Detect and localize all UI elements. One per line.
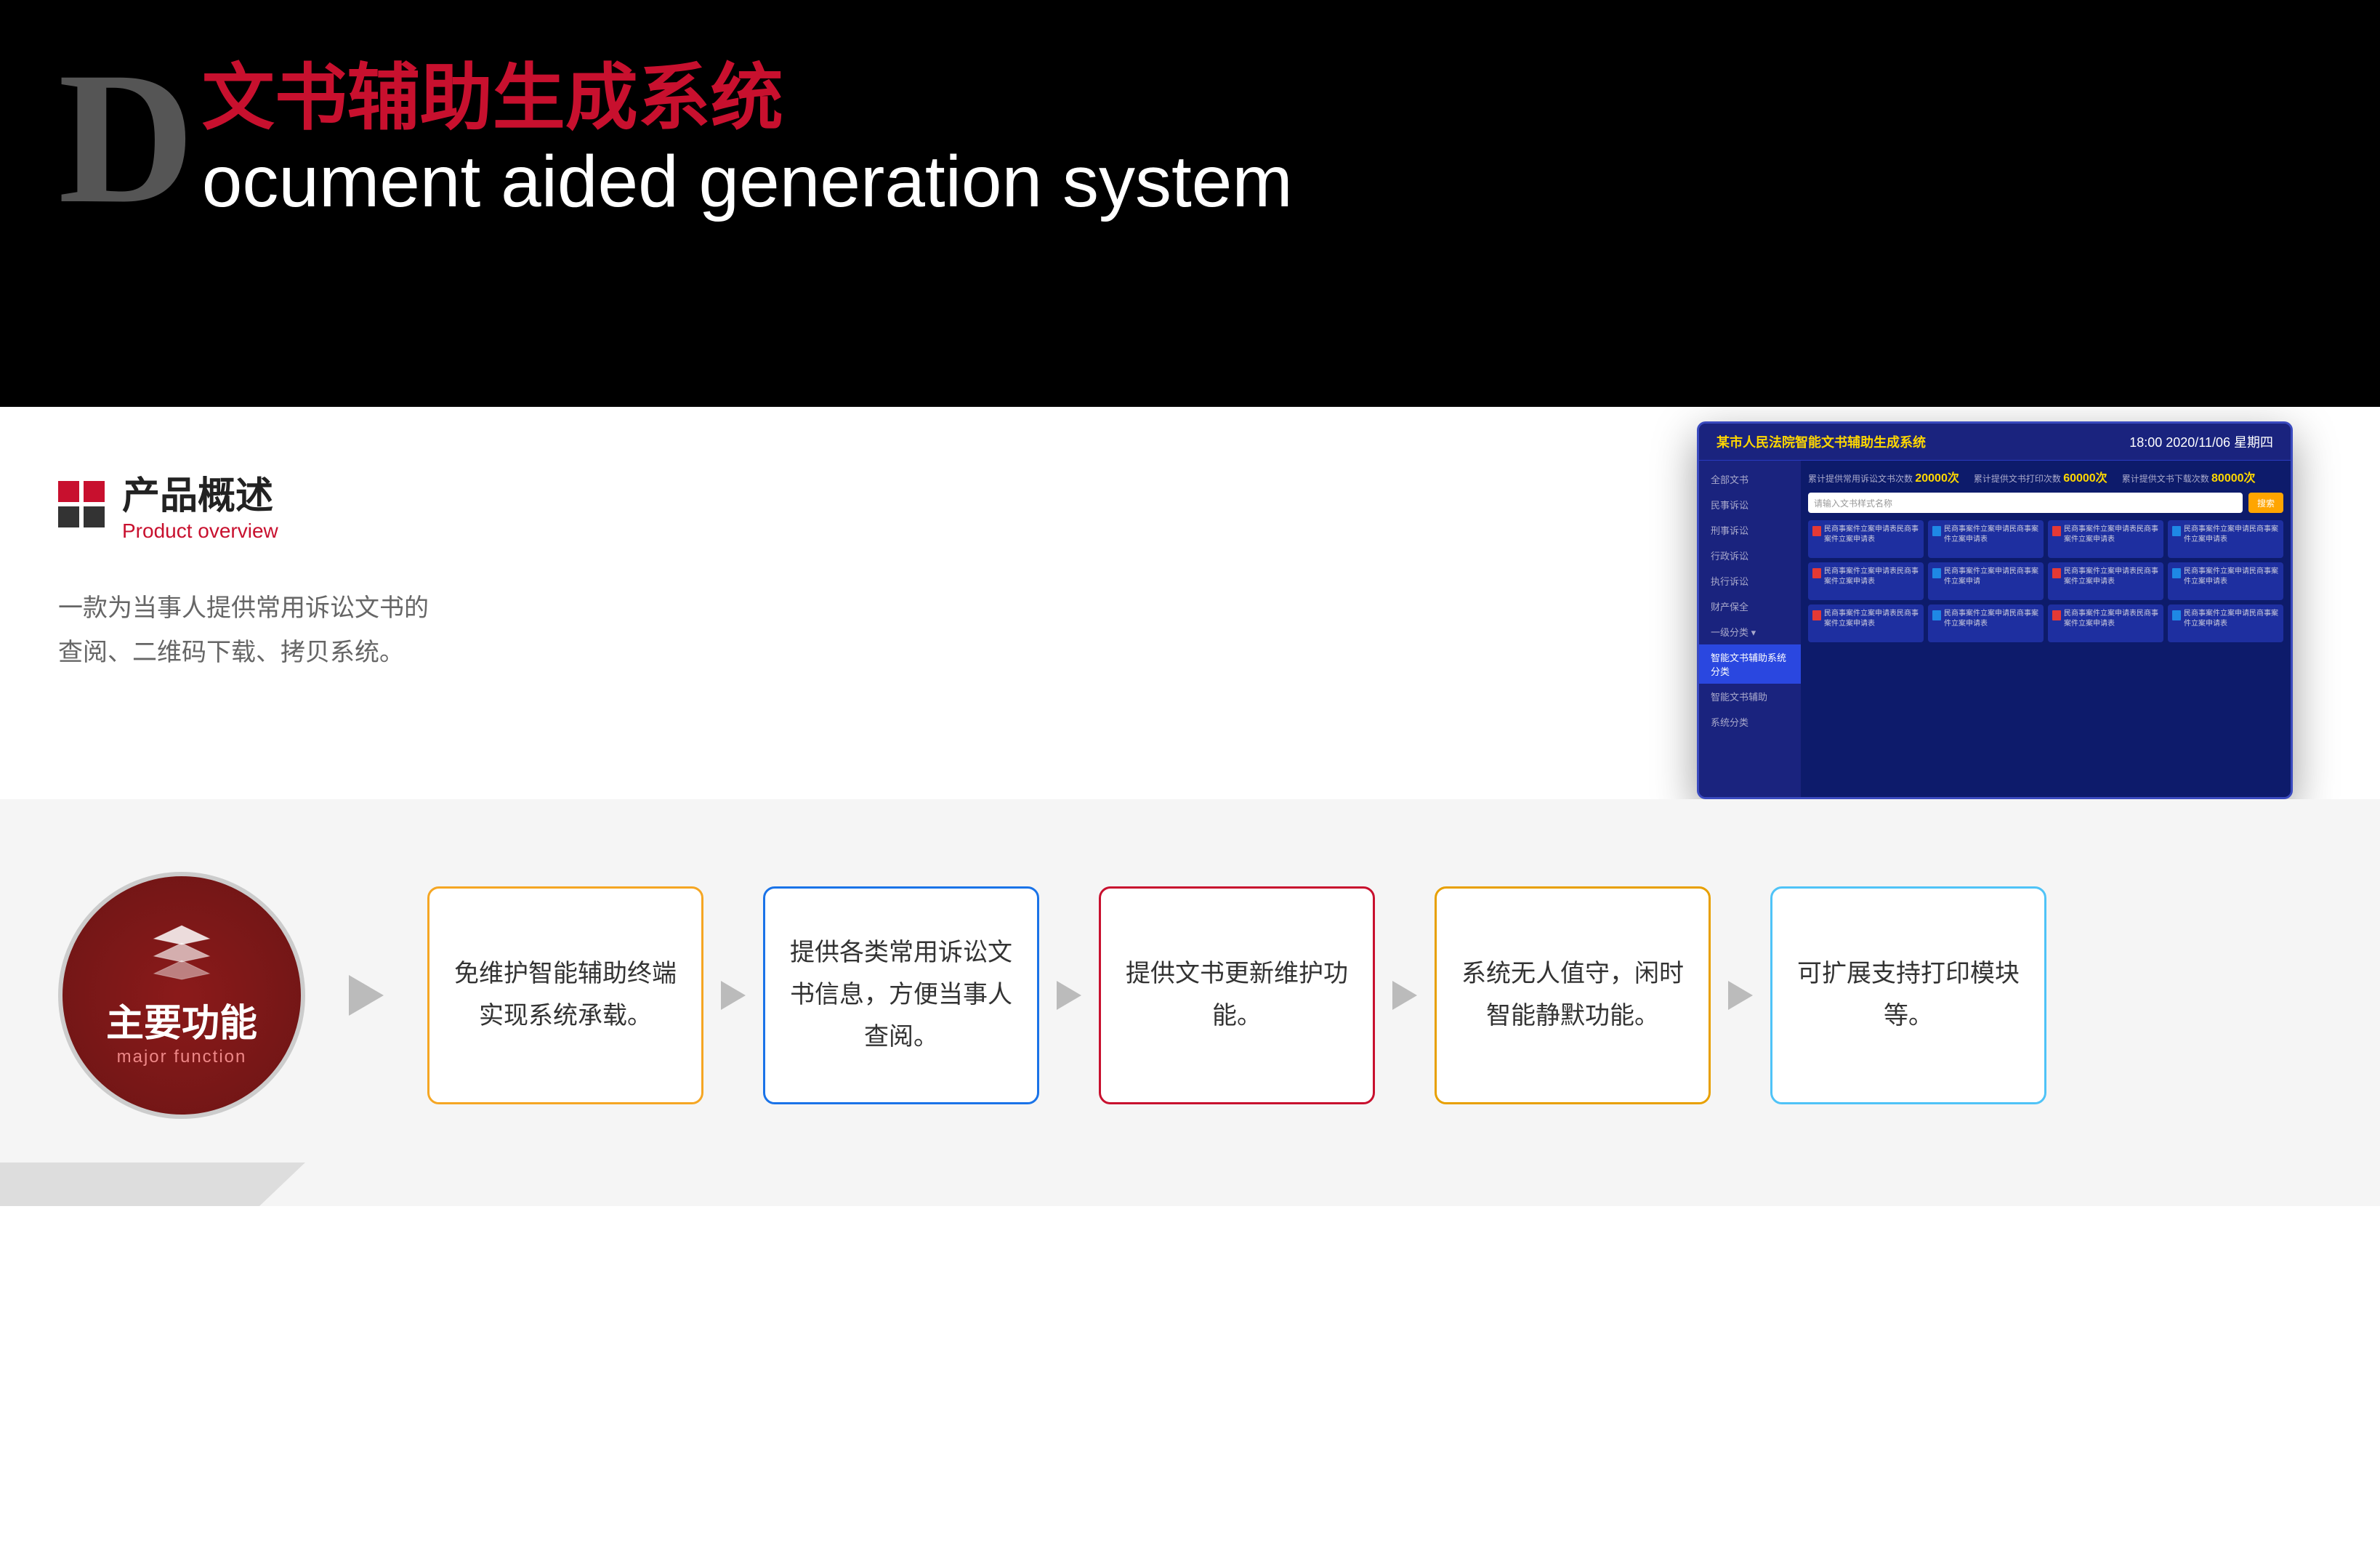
overview-title-block: 产品概述 Product overview — [122, 465, 278, 543]
sidebar-item-cat1[interactable]: 一级分类 ▾ — [1699, 619, 1801, 644]
arrow-between-2-3 — [1057, 981, 1081, 1010]
left-panel: 产品概述 Product overview 一款为当事人提供常用诉讼文书的查阅、… — [58, 465, 436, 799]
mockup-search-input[interactable]: 请输入文书样式名称 — [1808, 493, 2243, 513]
feature-card-3: 提供文书更新维护功能。 — [1099, 886, 1375, 1104]
feature-card-1: 免维护智能辅助终端实现系统承载。 — [427, 886, 703, 1104]
stat2: 累计提供文书打印次数 60000次 — [1974, 468, 2107, 485]
title-english: ocument aided generation system — [202, 138, 1293, 225]
circle-title-zh: 主要功能 — [106, 992, 257, 1047]
deco-shape — [0, 1162, 305, 1206]
mockup-sidebar: 全部文书 民事诉讼 刑事诉讼 行政诉讼 执行诉讼 财产保全 一级分类 ▾ 智能文… — [1699, 461, 1801, 799]
main-function-circle: 主要功能 major function — [58, 872, 305, 1119]
mockup-card-1[interactable]: 民商事案件立案申请表民商事案件立案申请表 — [1808, 520, 1924, 558]
sidebar-item-criminal[interactable]: 刑事诉讼 — [1699, 517, 1801, 543]
overview-title-zh: 产品概述 — [122, 465, 278, 519]
mockup-main: 累计提供常用诉讼文书次数 20000次 累计提供文书打印次数 60000次 累计… — [1801, 461, 2291, 799]
top-section: D 文书辅助生成系统 ocument aided generation syst… — [0, 0, 2380, 407]
mockup-search-button[interactable]: 搜索 — [2248, 493, 2283, 513]
right-panel: 某市人民法院智能文书辅助生成系统 18:00 2020/11/06 星期四 全部… — [494, 421, 2322, 799]
mockup-card-6[interactable]: 民商事案件立案申请民商事案件立案申请 — [1928, 562, 2044, 600]
mockup-card-8[interactable]: 民商事案件立案申请民商事案件立案申请表 — [2168, 562, 2283, 600]
sidebar-item-smart2[interactable]: 智能文书辅助 — [1699, 684, 1801, 709]
mockup-card-4[interactable]: 民商事案件立案申请民商事案件立案申请表 — [2168, 520, 2283, 558]
title-area: D 文书辅助生成系统 ocument aided generation syst… — [58, 44, 2322, 232]
title-chinese: 文书辅助生成系统 — [202, 58, 1293, 138]
mockup-search: 请输入文书样式名称 搜索 — [1808, 493, 2283, 513]
grid-icon — [58, 481, 105, 527]
sidebar-item-smart[interactable]: 智能文书辅助系统分类 — [1699, 644, 1801, 684]
mockup-system-title: 某市人民法院智能文书辅助生成系统 — [1717, 432, 1926, 451]
arrow-between-3-4 — [1392, 981, 1417, 1010]
bottom-section: 主要功能 major function 免维护智能辅助终端实现系统承载。 提供各… — [0, 799, 2380, 1206]
mockup-card-10[interactable]: 民商事案件立案申请民商事案件立案申请表 — [1928, 604, 2044, 642]
sidebar-item-exec[interactable]: 执行诉讼 — [1699, 568, 1801, 594]
sidebar-item-civil[interactable]: 民事诉讼 — [1699, 492, 1801, 517]
big-d-letter: D — [58, 44, 195, 232]
overview-desc: 一款为当事人提供常用诉讼文书的查阅、二维码下载、拷贝系统。 — [58, 586, 436, 675]
sidebar-item-admin[interactable]: 行政诉讼 — [1699, 543, 1801, 568]
mockup-stats: 累计提供常用诉讼文书次数 20000次 累计提供文书打印次数 60000次 累计… — [1808, 468, 2283, 485]
feature-card-5: 可扩展支持打印模块等。 — [1770, 886, 2046, 1104]
sidebar-item-syscat[interactable]: 系统分类 — [1699, 709, 1801, 735]
layers-icon — [153, 924, 211, 981]
arrow-between-1-2 — [721, 981, 746, 1010]
main-arrow-icon — [349, 975, 384, 1016]
feature-cards-area: 免维护智能辅助终端实现系统承载。 提供各类常用诉讼文书信息，方便当事人查阅。 提… — [427, 886, 2322, 1104]
title-text-block: 文书辅助生成系统 ocument aided generation system — [202, 44, 1293, 225]
sidebar-item-all[interactable]: 全部文书 — [1699, 466, 1801, 492]
stat1: 累计提供常用诉讼文书次数 20000次 — [1808, 468, 1959, 485]
mockup-card-3[interactable]: 民商事案件立案申请表民商事案件立案申请表 — [2048, 520, 2163, 558]
mockup-screen: 某市人民法院智能文书辅助生成系统 18:00 2020/11/06 星期四 全部… — [1697, 421, 2293, 799]
overview-title-en: Product overview — [122, 519, 278, 543]
feature-card-4: 系统无人值守，闲时智能静默功能。 — [1435, 886, 1711, 1104]
mockup-cards-grid: 民商事案件立案申请表民商事案件立案申请表 民商事案件立案申请民商事案件立案申请表… — [1808, 520, 2283, 642]
mockup-card-12[interactable]: 民商事案件立案申请民商事案件立案申请表 — [2168, 604, 2283, 642]
mockup-card-5[interactable]: 民商事案件立案申请表民商事案件立案申请表 — [1808, 562, 1924, 600]
stat3: 累计提供文书下载次数 80000次 — [2122, 468, 2256, 485]
circle-title-en: major function — [117, 1047, 247, 1067]
arrow-between-4-5 — [1728, 981, 1753, 1010]
mockup-card-2[interactable]: 民商事案件立案申请民商事案件立案申请表 — [1928, 520, 2044, 558]
product-overview-header: 产品概述 Product overview — [58, 465, 436, 543]
mockup-card-11[interactable]: 民商事案件立案申请表民商事案件立案申请表 — [2048, 604, 2163, 642]
mockup-card-9[interactable]: 民商事案件立案申请表民商事案件立案申请表 — [1808, 604, 1924, 642]
sidebar-item-prop[interactable]: 财产保全 — [1699, 594, 1801, 619]
middle-section: 产品概述 Product overview 一款为当事人提供常用诉讼文书的查阅、… — [0, 407, 2380, 799]
mockup-time: 18:00 2020/11/06 星期四 — [2129, 432, 2273, 451]
mockup-header: 某市人民法院智能文书辅助生成系统 18:00 2020/11/06 星期四 — [1699, 424, 2291, 461]
mockup-card-7[interactable]: 民商事案件立案申请表民商事案件立案申请表 — [2048, 562, 2163, 600]
mockup-body: 全部文书 民事诉讼 刑事诉讼 行政诉讼 执行诉讼 财产保全 一级分类 ▾ 智能文… — [1699, 461, 2291, 799]
feature-card-2: 提供各类常用诉讼文书信息，方便当事人查阅。 — [763, 886, 1039, 1104]
